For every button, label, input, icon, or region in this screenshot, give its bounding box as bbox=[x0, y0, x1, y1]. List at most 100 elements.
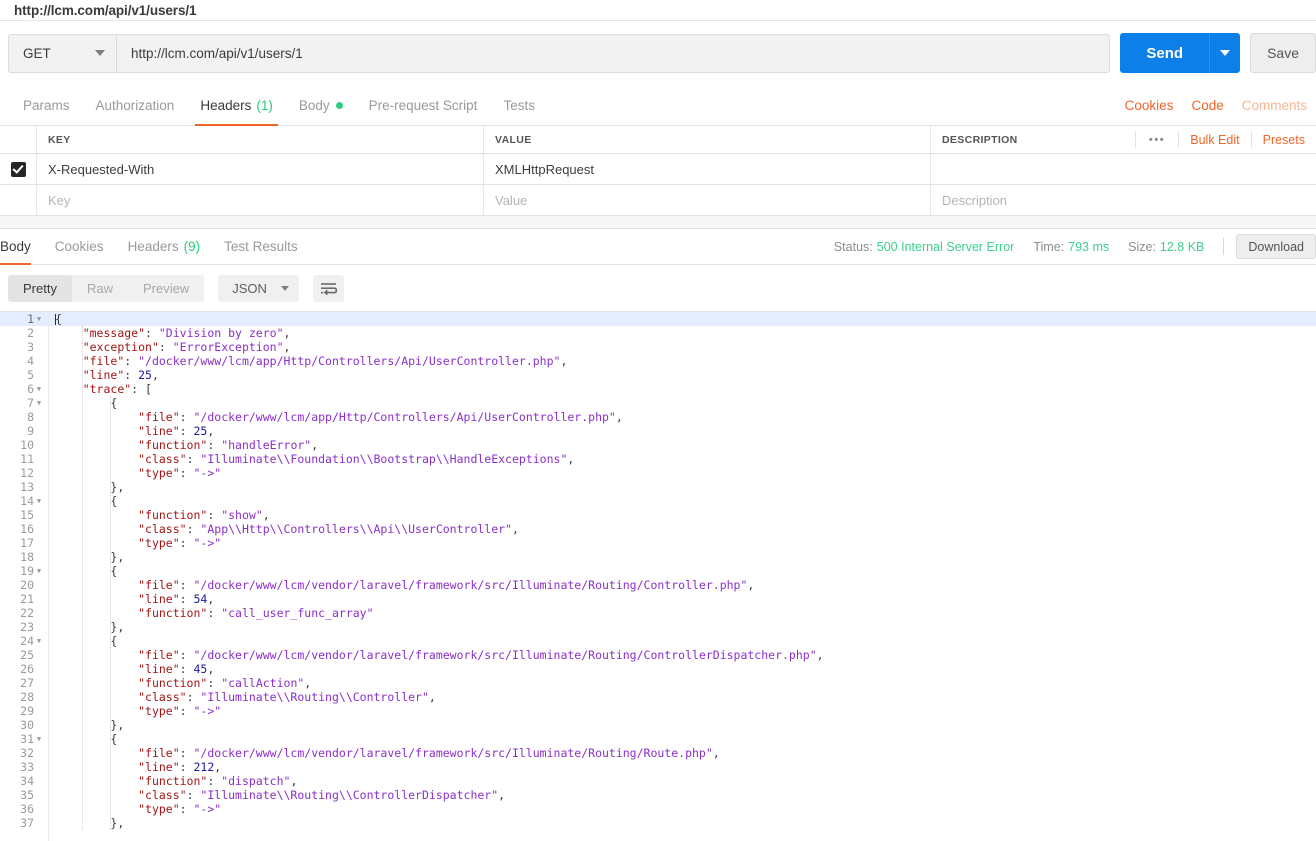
send-options-button[interactable] bbox=[1209, 33, 1241, 73]
fold-arrow-icon[interactable]: ▼ bbox=[34, 494, 44, 508]
send-button[interactable]: Send bbox=[1120, 33, 1210, 73]
token-punc: : bbox=[145, 326, 159, 340]
code-content[interactable]: { "message": "Division by zero", "except… bbox=[49, 312, 1316, 841]
url-input[interactable]: http://lcm.com/api/v1/users/1 bbox=[116, 33, 1111, 73]
token-punc: : bbox=[207, 508, 222, 522]
line-number: 34 bbox=[20, 774, 34, 788]
token-num: 45 bbox=[193, 662, 208, 676]
table-row[interactable]: Key Value Description bbox=[0, 185, 1316, 216]
token-punc: }, bbox=[110, 816, 125, 830]
line-number: 28 bbox=[20, 690, 34, 704]
fold-arrow-icon[interactable]: ▼ bbox=[34, 634, 44, 648]
view-mode-pretty[interactable]: Pretty bbox=[8, 274, 72, 302]
fold-arrow-icon[interactable]: ▼ bbox=[34, 732, 44, 746]
header-col-description: DESCRIPTION ••• Bulk Edit Presets bbox=[931, 126, 1316, 153]
response-tab-cookies[interactable]: Cookies bbox=[43, 229, 116, 264]
tab-body[interactable]: Body bbox=[286, 85, 356, 125]
more-options-icon[interactable]: ••• bbox=[1134, 131, 1178, 148]
tab-authorization[interactable]: Authorization bbox=[83, 85, 188, 125]
response-tab-body[interactable]: Body bbox=[0, 229, 43, 265]
header-row-description[interactable] bbox=[931, 154, 1316, 184]
tab-params[interactable]: Params bbox=[10, 85, 83, 125]
tab-headers[interactable]: Headers (1) bbox=[187, 85, 286, 126]
token-key: "message" bbox=[82, 326, 146, 340]
line-number: 10 bbox=[20, 438, 34, 452]
page-title: http://lcm.com/api/v1/users/1 bbox=[14, 2, 197, 18]
token-punc: : bbox=[179, 704, 194, 718]
request-url-row: GET http://lcm.com/api/v1/users/1 Send S… bbox=[0, 21, 1316, 85]
header-new-key-input[interactable]: Key bbox=[37, 185, 484, 215]
token-punc: : bbox=[179, 648, 194, 662]
header-row-checkbox[interactable] bbox=[10, 161, 26, 177]
token-str: "/docker/www/lcm/vendor/laravel/framewor… bbox=[193, 648, 817, 662]
response-body-viewer[interactable]: 1 ▼ 2 3 4 5 6 ▼ 7 ▼ 8 9 10 11 12 13 14 ▼ 15 16 17 18 19 ▼ 20 21 22… bbox=[0, 312, 1316, 841]
token-punc: , bbox=[747, 578, 755, 592]
token-str: "->" bbox=[193, 802, 222, 816]
header-row-key[interactable]: X-Requested-With bbox=[37, 154, 484, 184]
presets-link[interactable]: Presets bbox=[1250, 131, 1316, 148]
fold-arrow-icon[interactable]: ▼ bbox=[34, 396, 44, 410]
code-line: "type": "->" bbox=[55, 704, 1316, 718]
response-format-select[interactable]: JSON bbox=[218, 274, 299, 302]
token-punc: : bbox=[186, 522, 201, 536]
token-punc: , bbox=[262, 508, 270, 522]
save-button[interactable]: Save bbox=[1250, 33, 1316, 73]
tab-tests-label: Tests bbox=[503, 97, 535, 113]
token-punc: : bbox=[179, 662, 194, 676]
tab-pre-request-script[interactable]: Pre-request Script bbox=[356, 85, 491, 125]
chevron-down-icon bbox=[1220, 50, 1231, 56]
token-punc: : bbox=[179, 536, 194, 550]
bulk-edit-link[interactable]: Bulk Edit bbox=[1178, 131, 1250, 148]
cookies-link[interactable]: Cookies bbox=[1116, 98, 1183, 113]
token-str: "callAction" bbox=[221, 676, 305, 690]
token-punc: , bbox=[214, 760, 222, 774]
code-line: "type": "->" bbox=[55, 536, 1316, 550]
status-label: Status: bbox=[833, 239, 873, 254]
token-str: "Illuminate\\Routing\\Controller" bbox=[200, 690, 429, 704]
token-str: "->" bbox=[193, 536, 222, 550]
response-tab-headers[interactable]: Headers (9) bbox=[116, 229, 213, 264]
tab-tests[interactable]: Tests bbox=[490, 85, 548, 125]
token-punc: , bbox=[151, 368, 159, 382]
fold-arrow-icon[interactable]: ▼ bbox=[34, 382, 44, 396]
table-row[interactable]: X-Requested-With XMLHttpRequest bbox=[0, 154, 1316, 185]
header-row-value[interactable]: XMLHttpRequest bbox=[484, 154, 931, 184]
response-meta: Status: 500 Internal Server Error Time: 79… bbox=[815, 229, 1316, 264]
line-number: 23 bbox=[20, 620, 34, 634]
comments-link[interactable]: Comments bbox=[1233, 98, 1316, 113]
headers-table: KEY VALUE DESCRIPTION ••• Bulk Edit Pres… bbox=[0, 126, 1316, 229]
code-line: "line": 54, bbox=[55, 592, 1316, 606]
code-link[interactable]: Code bbox=[1182, 98, 1232, 113]
code-line: "exception": "ErrorException", bbox=[55, 340, 1316, 354]
pane-divider[interactable] bbox=[0, 216, 1316, 229]
http-method-select[interactable]: GET bbox=[8, 33, 116, 73]
token-str: "Illuminate\\Foundation\\Bootstrap\\Hand… bbox=[200, 452, 568, 466]
token-str: "Division by zero" bbox=[158, 326, 284, 340]
line-number: 15 bbox=[20, 508, 34, 522]
response-tab-test-results[interactable]: Test Results bbox=[212, 229, 310, 264]
fold-arrow-icon[interactable]: ▼ bbox=[34, 564, 44, 578]
word-wrap-button[interactable] bbox=[312, 274, 344, 302]
token-punc: , bbox=[428, 690, 436, 704]
download-button[interactable]: Download bbox=[1236, 234, 1316, 259]
header-new-description-input[interactable]: Description bbox=[931, 185, 1316, 215]
view-mode-raw[interactable]: Raw bbox=[72, 275, 128, 302]
body-indicator-dot-icon bbox=[335, 101, 343, 109]
view-mode-preview[interactable]: Preview bbox=[128, 275, 204, 302]
token-punc: , bbox=[283, 340, 291, 354]
token-str: "ErrorException" bbox=[172, 340, 284, 354]
send-button-group[interactable]: Send bbox=[1120, 33, 1241, 73]
http-method-value: GET bbox=[23, 45, 51, 61]
token-punc: : [ bbox=[131, 382, 152, 396]
fold-arrow-icon[interactable]: ▼ bbox=[34, 312, 44, 326]
token-punc: : bbox=[179, 466, 194, 480]
header-new-value-input[interactable]: Value bbox=[484, 185, 931, 215]
line-number: 26 bbox=[20, 662, 34, 676]
